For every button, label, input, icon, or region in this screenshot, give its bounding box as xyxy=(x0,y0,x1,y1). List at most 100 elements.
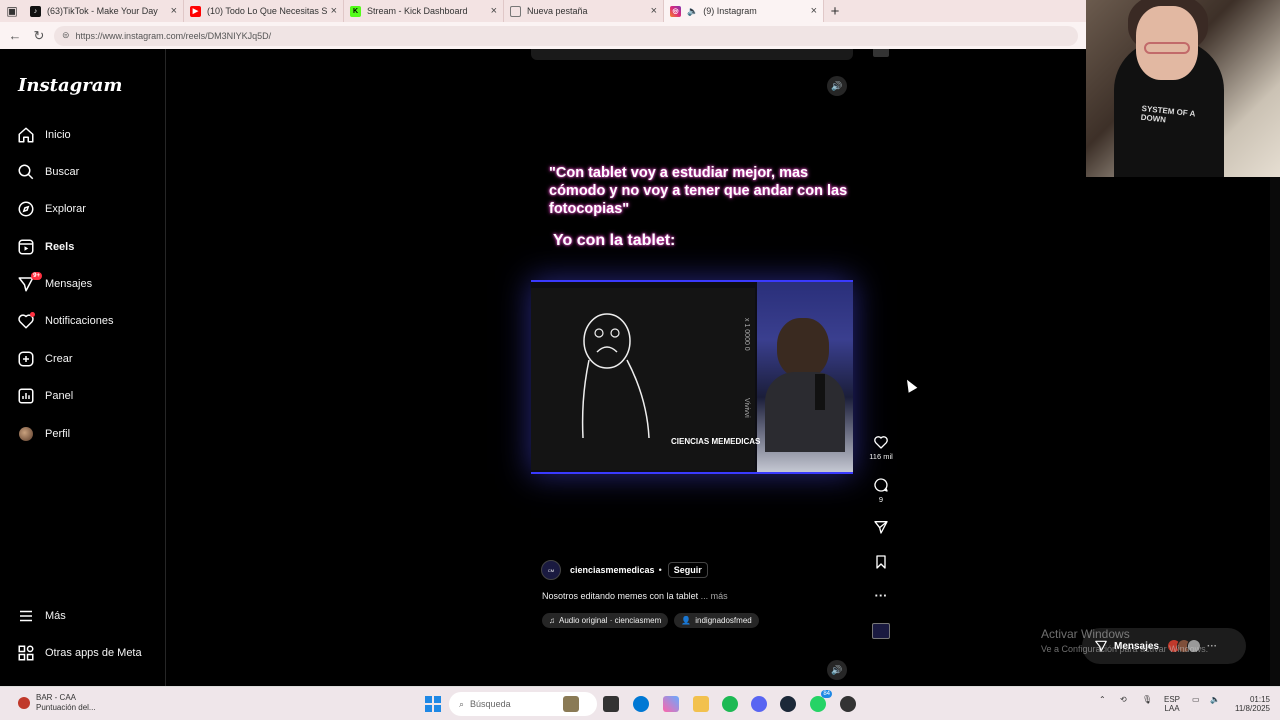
comment-count: 9 xyxy=(878,495,884,504)
tab-title: Stream - Kick Dashboard xyxy=(367,6,468,16)
windows-taskbar: BAR - CAA Puntuación del... ⌕ Búsqueda 8… xyxy=(0,686,1280,720)
task-view-icon[interactable] xyxy=(603,696,619,712)
clock-time: 01:15 xyxy=(1249,695,1270,704)
instagram-logo[interactable]: Instagram xyxy=(18,75,122,96)
close-tab-icon[interactable]: × xyxy=(811,5,817,17)
reel-author-row: CM cienciasmemedicas • Seguir xyxy=(541,560,708,580)
audio-chip[interactable]: ♫ Audio original · cienciasmem xyxy=(542,613,669,628)
person-silhouette xyxy=(777,318,829,378)
browser-tab[interactable]: ▶ (10) Todo Lo Que Necesitas Sabe × xyxy=(184,0,344,22)
watermark-title: Activar Windows xyxy=(1041,627,1130,641)
tagged-user-chip[interactable]: 👤 indignadosfmed xyxy=(674,613,759,628)
mute-button[interactable]: 🔊 xyxy=(827,76,847,96)
reel-player[interactable]: 🔊 "Con tablet voy a estudiar mejor, mas … xyxy=(531,60,853,686)
browser-tab-active[interactable]: ◎ 🔈 (9) Instagram × xyxy=(664,0,824,22)
comment-action[interactable]: 9 xyxy=(867,477,895,504)
spotify-icon[interactable] xyxy=(722,696,738,712)
address-bar: ← ↻ ⊜ https://www.instagram.com/reels/DM… xyxy=(0,22,1086,49)
cienciasmemedicas-logo: CIENCIAS MEMEDICAS xyxy=(671,437,761,446)
author-username[interactable]: cienciasmemedicas xyxy=(570,565,655,575)
audio-thumbnail[interactable] xyxy=(872,623,890,639)
save-action[interactable] xyxy=(867,554,895,570)
mute-button-next[interactable]: 🔊 xyxy=(827,660,847,680)
sidebar-item-label: Explorar xyxy=(45,203,86,215)
browser-tab[interactable]: Nueva pestaña × xyxy=(504,0,664,22)
windows-start-icon[interactable] xyxy=(425,696,441,712)
close-tab-icon[interactable]: × xyxy=(331,5,337,17)
weather-title: BAR - CAA xyxy=(36,693,77,702)
reel-video-frame[interactable]: x 1 0000 0 Vivivvi CIENCIAS MEMEDICAS xyxy=(531,280,853,474)
sidebar-item-label: Mensajes xyxy=(45,278,93,290)
sidebar-item-explorar[interactable]: Explorar xyxy=(16,195,86,223)
windows-activation-watermark: Activar Windows Ve a Configuración para … xyxy=(1041,627,1208,657)
audio-label: Audio original · cienciasmem xyxy=(559,616,662,625)
follow-button[interactable]: Seguir xyxy=(667,562,708,578)
like-action[interactable]: 116 mil xyxy=(867,434,895,461)
author-avatar[interactable]: CM xyxy=(541,560,561,580)
reels-icon xyxy=(16,237,36,257)
separator-dot: • xyxy=(658,565,662,575)
tab-title: (9) Instagram xyxy=(703,6,757,16)
speaker-icon[interactable]: 🔈 xyxy=(687,6,698,17)
search-icon: ⌕ xyxy=(459,698,465,709)
language-indicator[interactable]: ESP LAA xyxy=(1164,695,1180,713)
volume-icon[interactable]: 🔈 xyxy=(1210,695,1220,704)
unread-badge: 9+ xyxy=(31,272,42,280)
url-text: https://www.instagram.com/reels/DM3NIYKJ… xyxy=(75,30,272,41)
sidebar-item-panel[interactable]: Panel xyxy=(16,382,73,410)
back-icon[interactable]: ← xyxy=(6,27,24,45)
sidebar-item-crear[interactable]: Crear xyxy=(16,345,73,373)
reel-caption: Nosotros editando memes con la tablet ..… xyxy=(542,591,728,601)
url-input[interactable]: ⊜ https://www.instagram.com/reels/DM3NIY… xyxy=(54,25,1078,46)
tab-actions-icon[interactable]: ▣ xyxy=(0,0,24,22)
music-note-icon: ♫ xyxy=(549,616,555,625)
page-scrollbar[interactable] xyxy=(1270,177,1280,686)
steam-icon[interactable] xyxy=(780,696,796,712)
share-action[interactable] xyxy=(867,519,895,535)
network-icon[interactable]: ▭ xyxy=(1192,695,1200,704)
notification-dot xyxy=(30,312,35,317)
svg-text:x 1 0000 0: x 1 0000 0 xyxy=(743,318,750,351)
meta-apps-icon xyxy=(16,643,36,663)
browser-tab[interactable]: K Stream - Kick Dashboard × xyxy=(344,0,504,22)
heart-icon xyxy=(16,311,36,331)
caption-text: Nosotros editando memes con la tablet xyxy=(542,591,699,601)
weather-widget[interactable]: BAR - CAA Puntuación del... xyxy=(18,693,96,713)
sidebar-item-label: Notificaciones xyxy=(45,315,114,327)
reel-chips: ♫ Audio original · cienciasmem 👤 indigna… xyxy=(542,613,759,628)
sidebar-item-mas[interactable]: Más xyxy=(16,602,66,630)
sidebar-item-perfil[interactable]: Perfil xyxy=(16,420,70,448)
file-explorer-icon[interactable] xyxy=(693,696,709,712)
discord-icon[interactable] xyxy=(751,696,767,712)
sidebar-item-inicio[interactable]: Inicio xyxy=(16,121,71,149)
tab-title: (63)TikTok - Make Your Day xyxy=(47,6,158,16)
clock-date: 11/8/2025 xyxy=(1235,704,1270,713)
close-tab-icon[interactable]: × xyxy=(491,5,497,17)
reload-icon[interactable]: ↻ xyxy=(30,27,48,45)
more-options-icon[interactable]: ··· xyxy=(867,588,895,603)
edge-icon[interactable] xyxy=(633,696,649,712)
whatsapp-icon[interactable]: 84 xyxy=(810,690,832,712)
new-tab-button[interactable]: + xyxy=(824,3,846,20)
close-tab-icon[interactable]: × xyxy=(171,5,177,17)
caption-more-link[interactable]: ... más xyxy=(701,591,728,601)
mic-icon[interactable]: 🎙 xyxy=(1142,695,1152,704)
clock[interactable]: 01:15 11/8/2025 xyxy=(1226,695,1270,713)
sidebar-item-otras-apps[interactable]: Otras apps de Meta xyxy=(16,639,142,667)
sidebar-item-mensajes[interactable]: 9+ Mensajes xyxy=(16,270,92,298)
sidebar-item-notificaciones[interactable]: Notificaciones xyxy=(16,307,113,335)
app-icon[interactable] xyxy=(840,696,856,712)
browser-tab[interactable]: ♪ (63)TikTok - Make Your Day × xyxy=(24,0,184,22)
show-hidden-icons[interactable]: ⌃ xyxy=(1099,695,1106,704)
sidebar-item-reels[interactable]: Reels xyxy=(16,233,74,261)
close-tab-icon[interactable]: × xyxy=(651,5,657,17)
speaker-icon: 🔊 xyxy=(831,664,843,675)
whatsapp-badge: 84 xyxy=(821,690,832,698)
tray-app-icon[interactable]: ⟲ xyxy=(1120,695,1127,704)
copilot-icon[interactable] xyxy=(663,696,679,712)
previous-reel-edge xyxy=(531,49,853,60)
site-info-icon[interactable]: ⊜ xyxy=(62,30,70,41)
more-icon[interactable]: ··· xyxy=(1207,641,1217,652)
speaker-icon: 🔊 xyxy=(831,80,843,91)
sidebar-item-buscar[interactable]: Buscar xyxy=(16,158,79,186)
